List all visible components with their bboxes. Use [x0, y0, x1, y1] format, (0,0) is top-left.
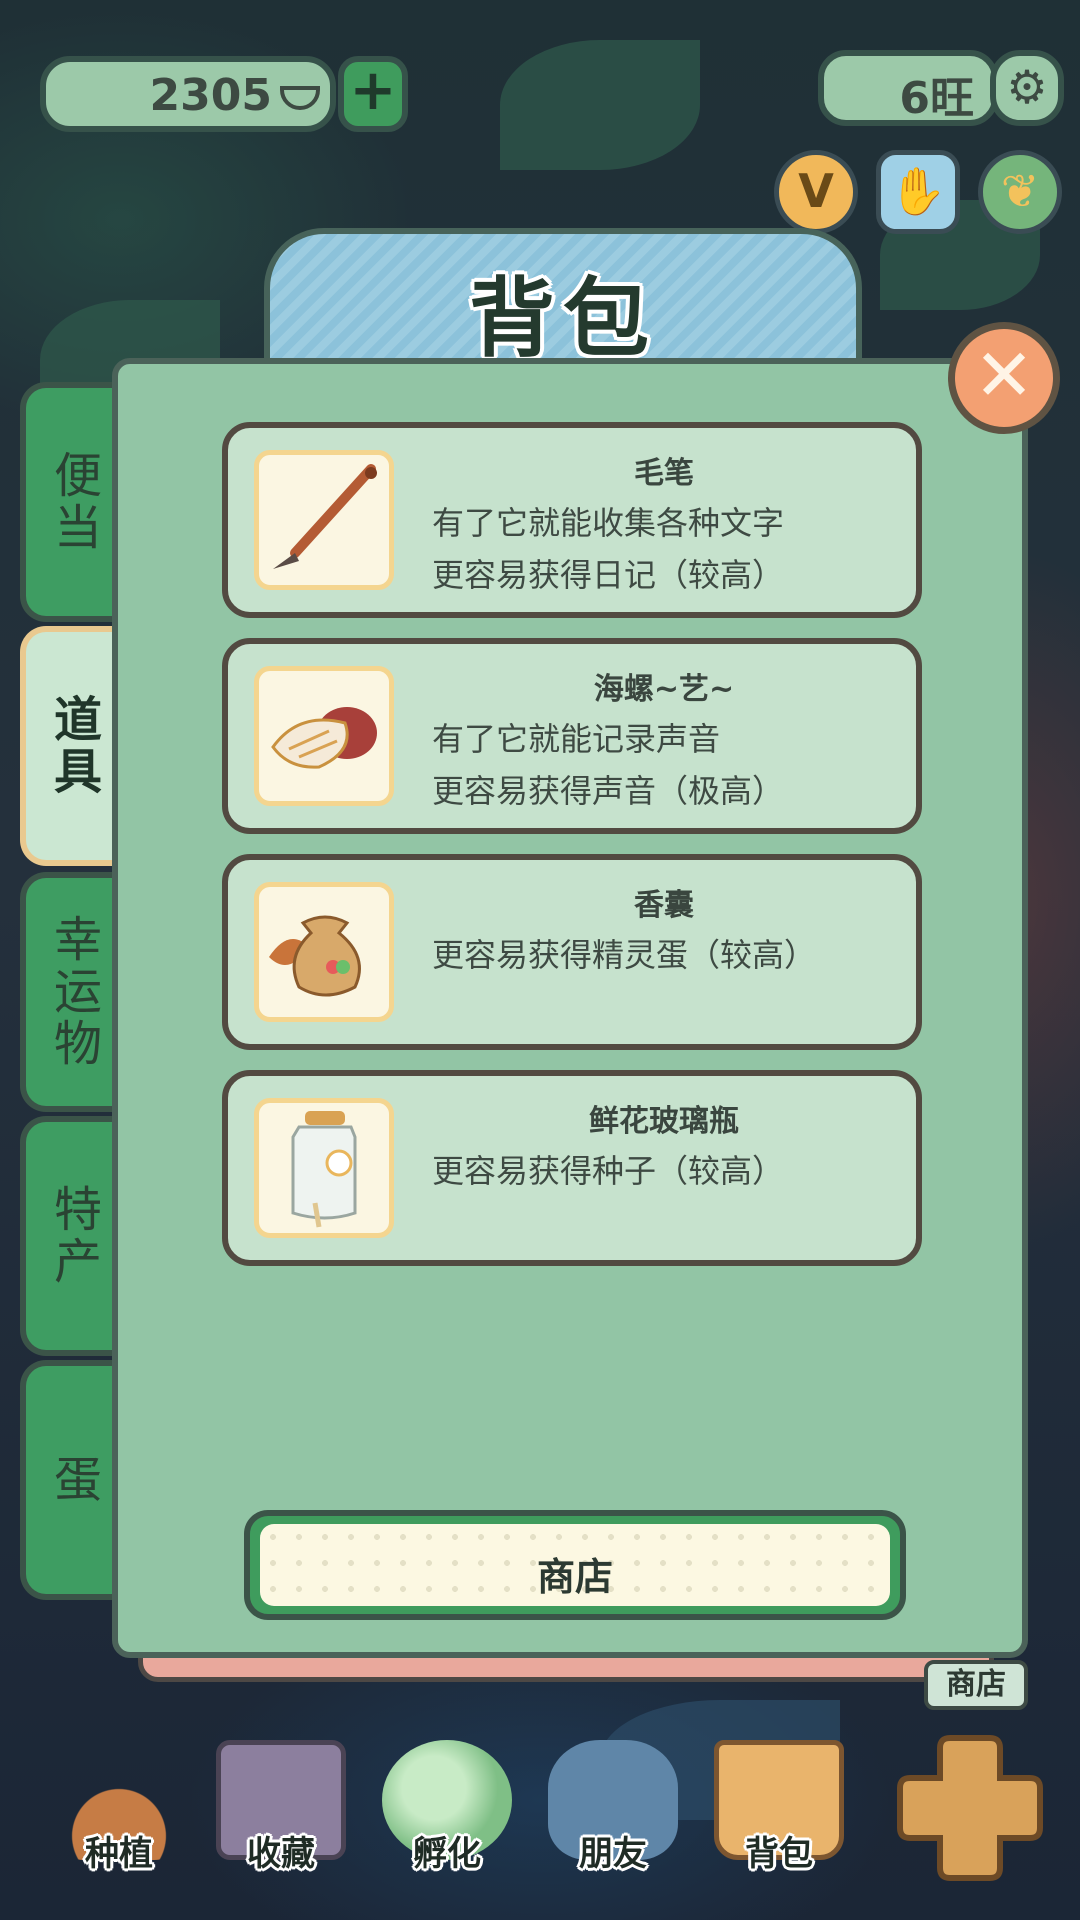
item-description: 有了它就能收集各种文字 — [432, 504, 785, 542]
currency-display: 2305 — [40, 56, 336, 132]
shop-button-label: 商店 — [536, 1555, 613, 1599]
nav-hatch[interactable]: 孵化 — [372, 1730, 522, 1880]
conch-icon — [254, 666, 394, 806]
shop-tag-button[interactable]: 商店 — [924, 1660, 1028, 1710]
item-card[interactable]: 毛笔 有了它就能收集各种文字 更容易获得日记（较高） — [222, 422, 922, 618]
item-description: 更容易获得精灵蛋（较高） — [432, 936, 817, 974]
close-button[interactable]: ✕ — [948, 322, 1060, 434]
tab-label: 特产 — [45, 1184, 101, 1288]
nav-planting[interactable]: 种植 — [44, 1730, 194, 1880]
nav-label: 孵化 — [413, 1834, 481, 1874]
item-name: 鲜花玻璃瓶 — [589, 1104, 739, 1139]
plus-icon — [897, 1735, 1043, 1881]
item-name: 毛笔 — [634, 456, 694, 491]
tab-label: 便当 — [45, 450, 101, 554]
nav-collection[interactable]: 收藏 — [206, 1730, 356, 1880]
nav-friends[interactable]: 朋友 — [538, 1730, 688, 1880]
v-badge-icon: V — [798, 164, 834, 218]
item-description: 有了它就能记录声音 — [432, 720, 721, 758]
item-name: 海螺~艺~ — [593, 672, 735, 707]
settings-button[interactable]: ⚙ — [990, 50, 1064, 126]
item-card[interactable]: 鲜花玻璃瓶 更容易获得种子（较高） — [222, 1070, 922, 1266]
item-card[interactable]: 香囊 更容易获得精灵蛋（较高） — [222, 854, 922, 1050]
nav-label: 收藏 — [247, 1834, 315, 1874]
currency-value: 2305 — [149, 70, 272, 121]
item-bonus: 更容易获得日记（较高） — [432, 556, 785, 594]
nav-label: 朋友 — [579, 1834, 647, 1874]
item-bonus: 更容易获得声音（极高） — [432, 772, 785, 810]
wang-display: 6旺 — [818, 50, 998, 126]
item-description: 更容易获得种子（较高） — [432, 1152, 785, 1190]
tab-label: 幸运物 — [45, 914, 101, 1070]
tab-label: 道具 — [45, 694, 101, 798]
ginkgo-button[interactable]: ❦ — [978, 150, 1062, 234]
add-button[interactable] — [890, 1728, 1050, 1888]
hand-icon: ✋ — [889, 164, 947, 218]
add-currency-button[interactable]: + — [338, 56, 408, 132]
item-card[interactable]: 海螺~艺~ 有了它就能记录声音 更容易获得声音（极高） — [222, 638, 922, 834]
shop-button-face: 商店 — [260, 1524, 890, 1606]
shop-button[interactable]: 商店 — [244, 1510, 906, 1620]
nav-label: 种植 — [85, 1834, 153, 1874]
vip-button[interactable]: V — [774, 150, 858, 234]
nav-label: 背包 — [745, 1834, 813, 1874]
nav-backpack[interactable]: 背包 — [704, 1730, 854, 1880]
wang-value: 6旺 — [899, 73, 974, 124]
gear-icon: ⚙ — [1006, 60, 1048, 114]
ingot-icon — [280, 86, 320, 110]
sachet-icon — [254, 882, 394, 1022]
tab-eggs[interactable]: 蛋 — [20, 1360, 120, 1600]
close-icon: ✕ — [973, 333, 1035, 417]
panel-title-tab: 背包 — [264, 228, 862, 369]
ginkgo-leaf-icon: ❦ — [1000, 164, 1040, 218]
hand-button[interactable]: ✋ — [876, 150, 960, 234]
tab-props[interactable]: 道具 — [20, 626, 120, 866]
tab-label: 蛋 — [45, 1454, 101, 1506]
brush-icon — [254, 450, 394, 590]
flower-jar-icon — [254, 1098, 394, 1238]
page-title: 背包 — [469, 269, 657, 369]
tab-specialties[interactable]: 特产 — [20, 1116, 120, 1356]
tab-bento[interactable]: 便当 — [20, 382, 120, 622]
tab-lucky-items[interactable]: 幸运物 — [20, 872, 120, 1112]
plus-icon: + — [349, 58, 397, 123]
item-name: 香囊 — [634, 888, 694, 923]
